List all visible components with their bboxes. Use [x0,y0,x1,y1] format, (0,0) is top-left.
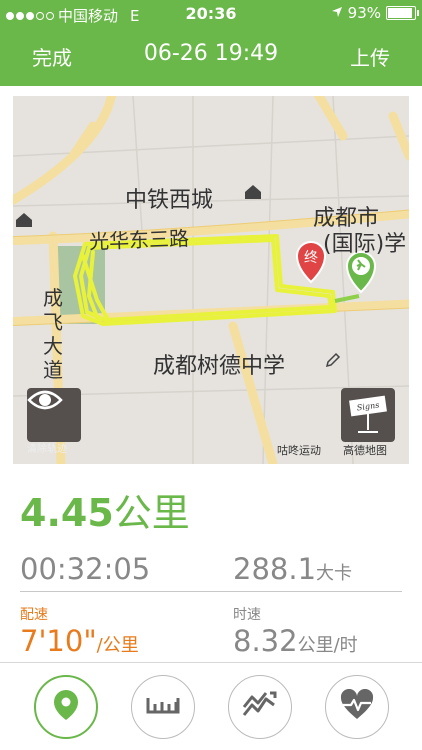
battery-percent: 93% [347,4,381,22]
map-credit-gaode: 高德地图 [343,444,387,457]
ruler-icon [146,696,180,718]
tab-bar [0,662,422,750]
pace-label: 配速 [20,607,48,623]
eye-caption: 清除轨迹 [27,444,67,455]
stats-row-1: 00:32:05 288.1大卡 [20,552,402,592]
map-label-shude: 成都树德中学 [153,354,286,379]
calories-unit: 大卡 [316,563,353,584]
map-style-button[interactable]: Signs [341,388,395,442]
upload-button[interactable]: 上传 [350,42,390,71]
tab-heart-rate[interactable] [325,675,389,739]
toggle-view-button[interactable] [27,388,81,442]
route-map[interactable]: 终 中铁西城 成都市 (国际)学 光华东三路 成飞大道 成都树德中学 清除轨迹 [13,96,409,464]
speed-value: 8.32 [233,624,298,658]
pace: 7'10"/公里 [20,624,139,658]
pace-unit: /公里 [96,635,139,656]
distance: 4.45公里 [20,482,190,537]
location-arrow-icon [331,4,343,22]
nav-bar: 完成 06-26 19:49 上传 [0,28,422,86]
end-marker-label: 终 [304,250,318,266]
speed: 8.32公里/时 [233,624,358,658]
speed-unit: 公里/时 [297,635,358,656]
tab-trend[interactable] [228,675,292,739]
map-credit-gudong: 咕咚运动 [277,444,321,457]
status-right: 93% [331,4,419,22]
tab-map[interactable] [34,675,98,739]
map-label-guoji: (国际)学 [323,232,407,257]
duration-value: 00:32:05 [20,552,151,586]
distance-unit: 公里 [113,491,190,535]
calories: 288.1大卡 [233,552,352,586]
tab-splits[interactable] [131,675,195,739]
heart-rate-icon [339,688,375,725]
map-label-guanghua: 光华东三路 [88,226,190,254]
trend-chart-icon [242,691,278,723]
battery-icon [386,6,419,20]
status-bar: 中国移动 E 20:36 93% [0,0,422,28]
pace-value: 7'10" [20,624,97,658]
speed-label: 时速 [233,607,261,623]
calories-value: 288.1 [233,552,317,586]
distance-value: 4.45 [20,491,114,535]
map-label-zhongtie: 中铁西城 [125,188,214,213]
map-label-chengfei: 成飞大道 [43,286,63,382]
map-pin-icon [53,689,79,725]
